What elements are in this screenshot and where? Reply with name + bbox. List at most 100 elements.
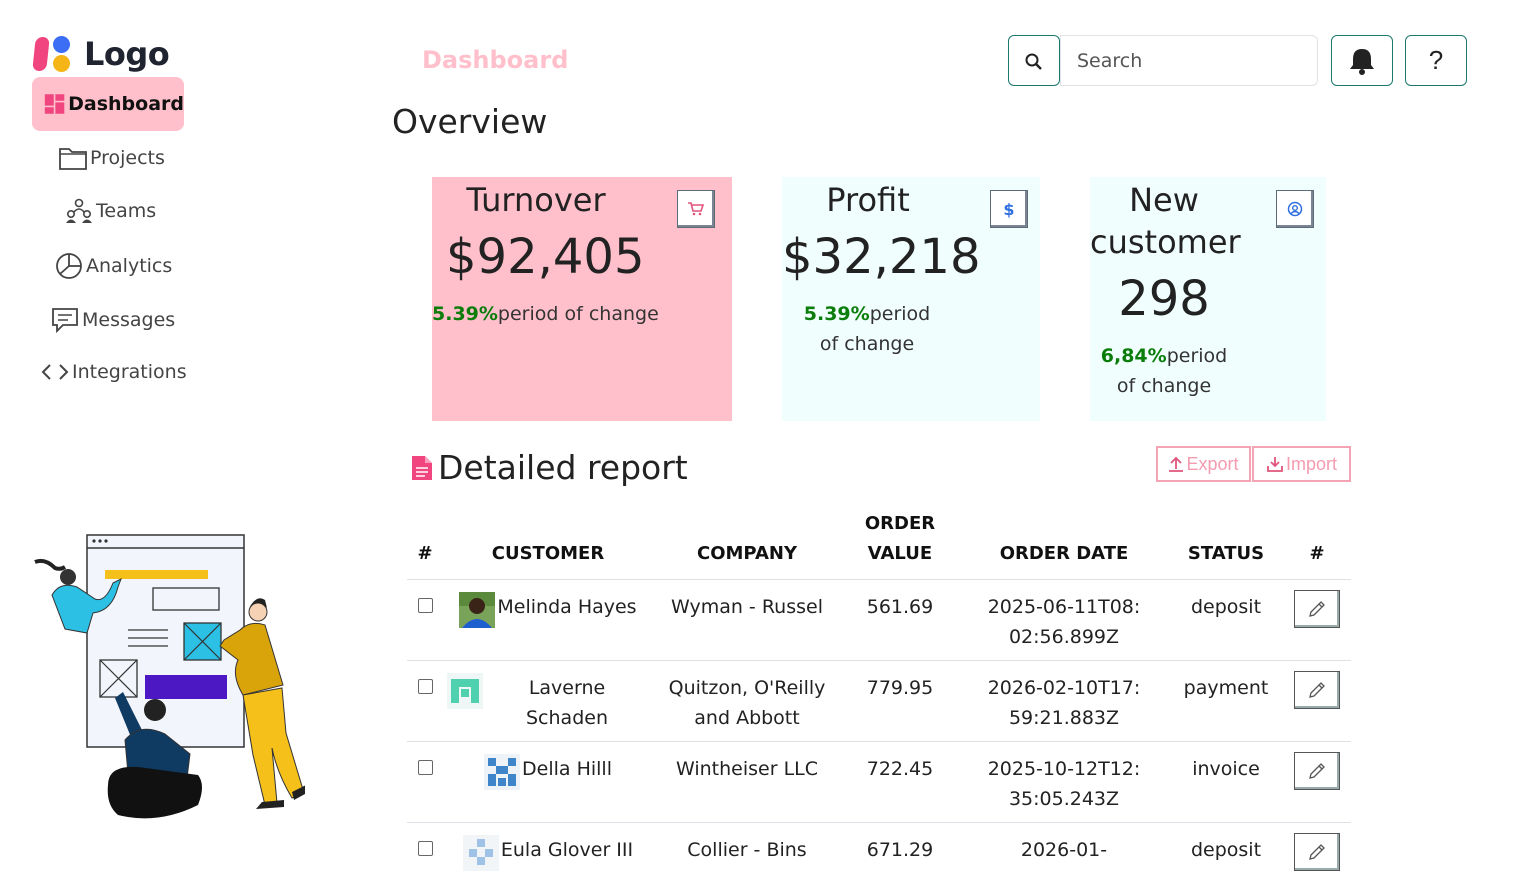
logo-text: Logo [84, 35, 170, 73]
order-value-cell: 722.45 [841, 741, 959, 823]
sidebar-item-label: Dashboard [68, 93, 184, 115]
avatar [447, 673, 483, 709]
export-button[interactable]: Export [1156, 446, 1251, 482]
column-header: # [1283, 505, 1351, 580]
dashboard-grid-icon [44, 94, 65, 114]
page-title: Overview [392, 102, 548, 141]
stat-card-new-customer: New customer 298 6,84%period of change [1090, 177, 1326, 421]
breadcrumb[interactable]: Dashboard [422, 46, 568, 74]
column-header[interactable]: ORDER DATE [959, 505, 1169, 580]
pencil-icon [1309, 601, 1325, 617]
search-button[interactable] [1008, 35, 1060, 86]
customer-cell: Melinda Hayes [459, 592, 637, 628]
help-icon: ? [1428, 45, 1444, 75]
customer-cell: Eula Glover III [462, 835, 634, 871]
sidebar-item-label: Teams [96, 200, 157, 222]
help-button[interactable]: ? [1405, 35, 1467, 86]
status-cell: deposit [1169, 822, 1283, 872]
order-value-cell: 671.29 [841, 822, 959, 872]
edit-button[interactable] [1294, 752, 1340, 790]
sidebar: Logo Dashboard Projects Teams Analytics … [0, 0, 330, 872]
customer-name: Eula Glover III [500, 839, 634, 861]
customer-name: Laverne Schaden [526, 677, 608, 729]
column-header[interactable]: COMPANY [653, 505, 841, 580]
row-checkbox[interactable] [417, 598, 433, 613]
sidebar-item-label: Analytics [86, 255, 173, 277]
card-change: 6,84%period of change [1090, 341, 1238, 401]
card-value: $92,405 [446, 229, 645, 285]
report-title: Detailed report [410, 448, 688, 487]
status-cell: deposit [1169, 579, 1283, 661]
column-header: # [407, 505, 443, 580]
logo[interactable]: Logo [32, 34, 170, 74]
order-date-cell: 2026-02-10T17:59:21.883Z [959, 660, 1169, 742]
card-change: 5.39%period of change [792, 299, 942, 359]
report-table: # CUSTOMER COMPANY ORDER VALUE ORDER DAT… [407, 505, 1351, 872]
company-cell: Collier - Bins [653, 822, 841, 872]
sidebar-item-teams[interactable]: Teams [64, 197, 156, 225]
notifications-button[interactable] [1331, 35, 1393, 86]
status-cell: payment [1169, 660, 1283, 742]
change-label: period of change [497, 303, 659, 325]
order-date-cell: 2025-10-12T12:35:05.243Z [959, 741, 1169, 823]
card-value: 298 [1118, 271, 1210, 327]
dollar-icon[interactable]: $ [990, 190, 1028, 228]
pencil-icon [1309, 844, 1325, 860]
sidebar-item-dashboard[interactable]: Dashboard [32, 77, 184, 131]
user-circle-icon[interactable] [1276, 190, 1314, 228]
status-cell: invoice [1169, 741, 1283, 823]
order-date-cell: 2025-06-11T08:02:56.899Z [959, 579, 1169, 661]
edit-button[interactable] [1294, 590, 1340, 628]
sidebar-item-integrations[interactable]: Integrations [40, 358, 187, 386]
sidebar-item-label: Projects [90, 147, 165, 169]
chat-icon [52, 308, 78, 334]
bell-icon [1350, 48, 1374, 75]
upload-icon [1169, 456, 1184, 472]
card-title: Turnover [466, 181, 606, 219]
customer-name: Melinda Hayes [497, 596, 637, 618]
column-header[interactable]: ORDER VALUE [841, 505, 959, 580]
pencil-icon [1309, 682, 1325, 698]
table-row: Della Hilll Wintheiser LLC 722.45 2025-1… [407, 741, 1351, 823]
edit-button[interactable] [1294, 671, 1340, 709]
import-button[interactable]: Import [1252, 446, 1351, 482]
code-icon [41, 364, 69, 380]
card-title: New customer [1090, 181, 1241, 261]
sidebar-item-messages[interactable]: Messages [50, 305, 175, 335]
customer-cell: Laverne Schaden [447, 673, 649, 733]
stat-card-turnover: Turnover $92,405 5.39%period of change [432, 177, 732, 421]
company-cell: Wintheiser LLC [653, 741, 841, 823]
customer-cell: Della Hilll [484, 754, 612, 790]
sidebar-item-analytics[interactable]: Analytics [54, 251, 172, 281]
team-illustration [34, 534, 305, 819]
avatar [484, 754, 521, 790]
avatar [459, 592, 496, 628]
pie-chart-icon [56, 253, 82, 279]
change-percent: 5.39% [432, 303, 498, 325]
pencil-icon [1309, 763, 1325, 779]
card-value: $32,218 [782, 229, 981, 285]
people-icon [66, 198, 92, 223]
document-icon [412, 455, 432, 480]
table-row: Melinda Hayes Wyman - Russel 561.69 2025… [407, 579, 1351, 661]
column-header[interactable]: STATUS [1169, 505, 1283, 580]
row-checkbox[interactable] [417, 760, 433, 775]
table-row: Laverne Schaden Quitzon, O'Reilly and Ab… [407, 660, 1351, 742]
search-icon [1025, 53, 1042, 70]
table-row: Eula Glover III Collier - Bins 671.29 20… [407, 822, 1351, 872]
card-change: 5.39%period of change [432, 299, 659, 329]
card-title: Profit [826, 181, 910, 219]
column-header[interactable]: CUSTOMER [443, 505, 653, 580]
company-cell: Wyman - Russel [653, 579, 841, 661]
cart-icon[interactable] [677, 190, 715, 228]
search-input[interactable] [1060, 35, 1318, 86]
order-value-cell: 779.95 [841, 660, 959, 742]
edit-button[interactable] [1294, 833, 1340, 871]
sidebar-item-projects[interactable]: Projects [58, 144, 165, 172]
stat-card-profit: Profit $32,218 5.39%period of change $ [782, 177, 1040, 421]
row-checkbox[interactable] [417, 841, 433, 856]
row-checkbox[interactable] [417, 679, 433, 694]
export-label: Export [1186, 453, 1239, 474]
sidebar-item-label: Integrations [72, 361, 187, 383]
logo-mark-icon [32, 34, 74, 74]
